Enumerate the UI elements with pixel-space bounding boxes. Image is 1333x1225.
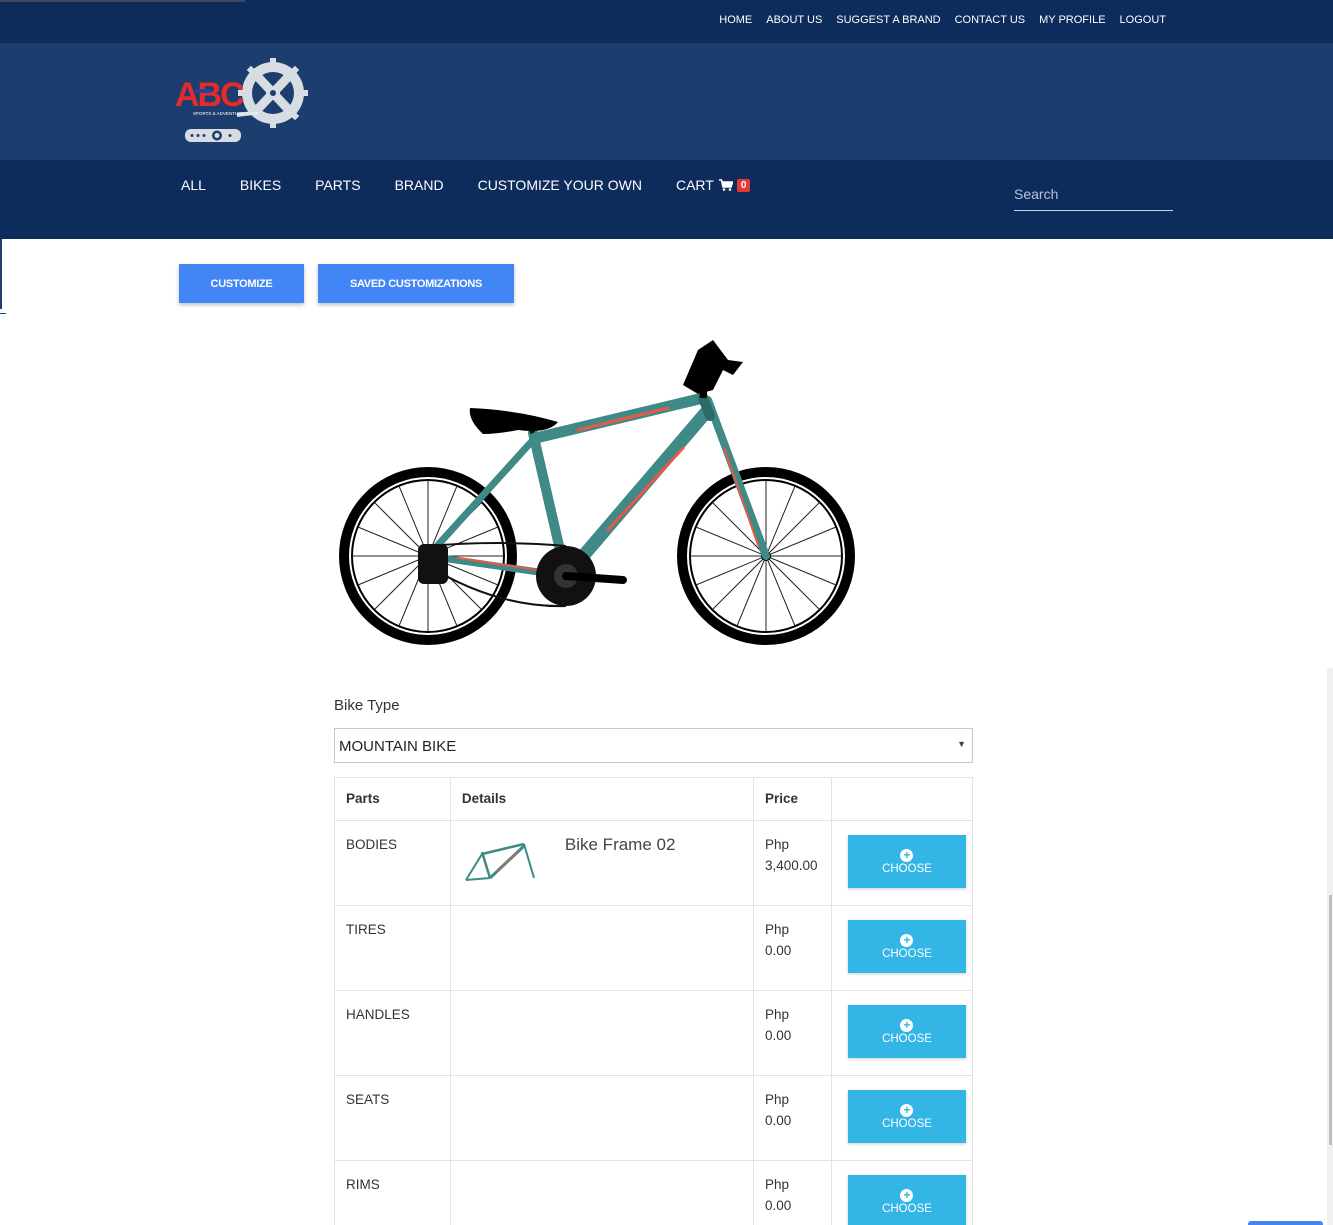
bike-type-select[interactable]: MOUNTAIN BIKE ▼ <box>334 728 973 763</box>
part-details <box>449 990 755 1076</box>
left-edge-tick <box>0 313 6 314</box>
price-currency: Php <box>765 1092 790 1107</box>
header-action <box>830 777 974 821</box>
part-price: Php 3,400.00 <box>753 820 832 906</box>
table-row: BODIES Bike Frame 02 Php 3,400.00 + CHOO… <box>334 820 974 906</box>
bike-type-value: MOUNTAIN BIKE <box>339 738 457 755</box>
header-price: Price <box>753 777 832 821</box>
price-currency: Php <box>765 1177 790 1192</box>
part-name: SEATS <box>334 1075 451 1161</box>
header-details: Details <box>449 777 755 821</box>
left-edge <box>0 239 2 309</box>
logo-text: ABC <box>175 76 244 114</box>
table-row: SEATS Php 0.00 + CHOOSE <box>334 1075 974 1161</box>
choose-label: CHOOSE <box>882 862 932 875</box>
nav-parts[interactable]: PARTS <box>315 177 360 193</box>
choose-button[interactable]: + CHOOSE <box>847 835 966 888</box>
top-link-contact[interactable]: CONTACT US <box>955 14 1026 26</box>
choose-button[interactable]: + CHOOSE <box>847 920 966 973</box>
nav-bikes[interactable]: BIKES <box>240 177 281 193</box>
shopping-cart-icon <box>718 179 733 191</box>
part-action-cell: + CHOOSE <box>830 820 974 906</box>
price-value: 0.00 <box>765 1198 792 1213</box>
table-row: TIRES Php 0.00 + CHOOSE <box>334 905 974 991</box>
choose-label: CHOOSE <box>882 947 932 960</box>
gear-icon <box>238 58 308 128</box>
top-link-home[interactable]: HOME <box>719 14 752 26</box>
parts-table: Parts Details Price BODIES Bike Frame 02… <box>334 777 974 1225</box>
nav-brand[interactable]: BRAND <box>395 177 444 193</box>
logo-tagline: SPORTS & ADVENTURE SHOP <box>193 111 258 116</box>
caret-down-icon: ▼ <box>957 739 966 749</box>
plus-circle-icon: + <box>900 848 914 862</box>
choose-label: CHOOSE <box>882 1117 932 1130</box>
nav-customize-your-own[interactable]: CUSTOMIZE YOUR OWN <box>478 177 642 193</box>
part-details: Bike Frame 02 <box>449 820 755 906</box>
plus-circle-icon: + <box>900 1018 914 1032</box>
part-price: Php 0.00 <box>753 1075 832 1161</box>
top-link-about[interactable]: ABOUT US <box>766 14 822 26</box>
part-price: Php 0.00 <box>753 990 832 1076</box>
table-row: HANDLES Php 0.00 + CHOOSE <box>334 990 974 1076</box>
choose-label: CHOOSE <box>882 1032 932 1045</box>
bike-preview-image <box>339 340 855 645</box>
choose-button[interactable]: + CHOOSE <box>847 1090 966 1143</box>
choose-button[interactable]: + CHOOSE <box>847 1175 966 1225</box>
search-input[interactable] <box>1014 186 1173 211</box>
saved-customizations-button[interactable]: SAVED CUSTOMIZATIONS <box>318 264 514 303</box>
part-price: Php 0.00 <box>753 905 832 991</box>
price-value: 0.00 <box>765 1113 792 1128</box>
top-link-suggest-brand[interactable]: SUGGEST A BRAND <box>836 14 940 26</box>
bike-frame-thumbnail <box>465 842 535 881</box>
scrollbar-thumb[interactable] <box>1329 895 1332 1145</box>
main-nav: ALL BIKES PARTS BRAND CUSTOMIZE YOUR OWN… <box>0 160 1333 239</box>
part-name: HANDLES <box>334 990 451 1076</box>
top-links: HOME ABOUT US SUGGEST A BRAND CONTACT US… <box>719 14 1166 26</box>
floating-action-tab[interactable] <box>1248 1221 1323 1225</box>
table-header-row: Parts Details Price <box>334 777 974 821</box>
table-row: RIMS Php 0.00 + CHOOSE <box>334 1160 974 1225</box>
top-bar-line <box>0 0 245 2</box>
cart-count-badge: 0 <box>736 178 751 192</box>
part-name: RIMS <box>334 1160 451 1225</box>
handlebar <box>683 340 743 399</box>
part-detail-name: Bike Frame 02 <box>564 835 676 854</box>
choose-button[interactable]: + CHOOSE <box>847 1005 966 1058</box>
part-name: BODIES <box>334 820 451 906</box>
plus-circle-icon: + <box>900 1188 914 1202</box>
part-action-cell: + CHOOSE <box>830 1075 974 1161</box>
plus-circle-icon: + <box>900 1103 914 1117</box>
price-value: 0.00 <box>765 1028 792 1043</box>
part-price: Php 0.00 <box>753 1160 832 1225</box>
top-link-profile[interactable]: MY PROFILE <box>1039 14 1105 26</box>
part-details <box>449 1160 755 1225</box>
part-action-cell: + CHOOSE <box>830 1160 974 1225</box>
top-link-logout[interactable]: LOGOUT <box>1120 14 1166 26</box>
part-action-cell: + CHOOSE <box>830 990 974 1076</box>
price-currency: Php <box>765 837 790 852</box>
header-parts: Parts <box>334 777 451 821</box>
price-currency: Php <box>765 922 790 937</box>
bike-type-label: Bike Type <box>334 697 400 714</box>
nav-items: ALL BIKES PARTS BRAND CUSTOMIZE YOUR OWN… <box>181 177 784 193</box>
brand-bar: ABC SPORTS & ADVENTURE SHOP <box>0 43 1333 160</box>
price-value: 0.00 <box>765 943 792 958</box>
top-bar: HOME ABOUT US SUGGEST A BRAND CONTACT US… <box>0 0 1333 43</box>
plus-circle-icon: + <box>900 933 914 947</box>
customize-button[interactable]: CUSTOMIZE <box>179 264 304 303</box>
part-details <box>449 905 755 991</box>
part-details <box>449 1075 755 1161</box>
nav-cart[interactable]: CART 0 <box>675 177 751 193</box>
price-currency: Php <box>765 1007 790 1022</box>
price-value: 3,400.00 <box>765 858 818 873</box>
part-action-cell: + CHOOSE <box>830 905 974 991</box>
site-logo[interactable]: ABC SPORTS & ADVENTURE SHOP <box>175 57 315 147</box>
nav-all[interactable]: ALL <box>181 177 206 193</box>
cart-label: CART <box>675 177 714 193</box>
seat <box>469 408 558 435</box>
part-name: TIRES <box>334 905 451 991</box>
choose-label: CHOOSE <box>882 1202 932 1215</box>
